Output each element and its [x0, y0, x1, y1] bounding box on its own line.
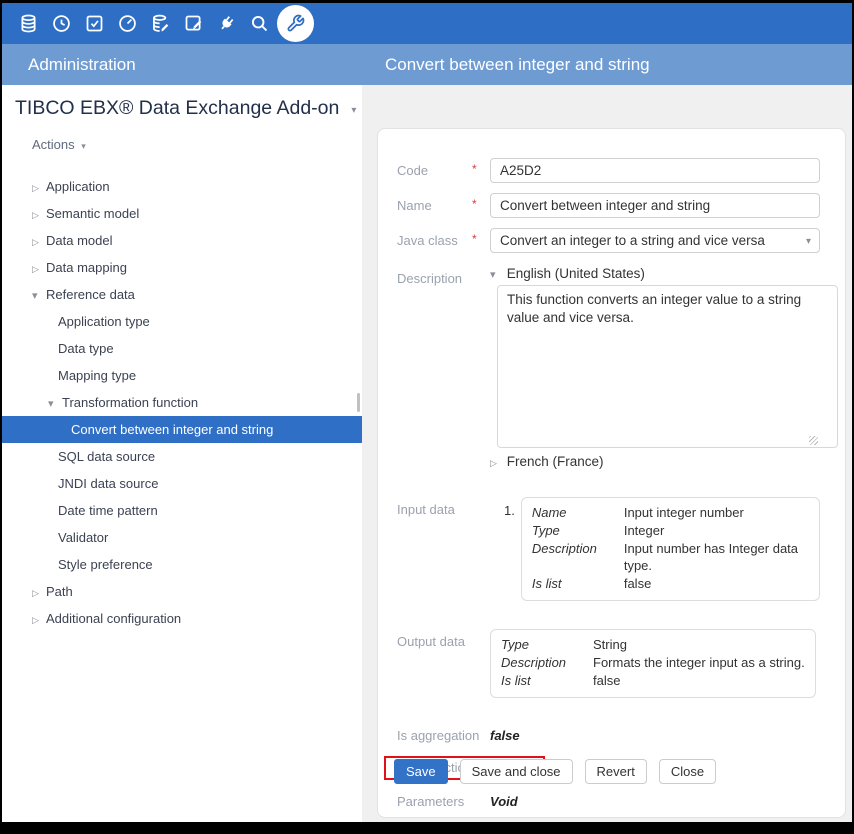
input-data-label: Input data — [397, 497, 472, 517]
field-row-is-aggregation: Is aggregation false — [378, 724, 845, 746]
output-data-label: Output data — [397, 629, 472, 649]
tree-item-jndi-data-source[interactable]: JNDI data source — [2, 470, 362, 497]
page-header: Administration Convert between integer a… — [2, 44, 852, 85]
required-marker: * — [472, 228, 490, 246]
search-icon[interactable] — [243, 3, 276, 44]
field-row-name: Name * — [378, 193, 845, 218]
tree-item-mapping-type[interactable]: Mapping type — [2, 362, 362, 389]
tree-item-date-time-pattern[interactable]: Date time pattern — [2, 497, 362, 524]
description-label: Description — [397, 266, 472, 286]
expander-icon[interactable] — [32, 580, 46, 607]
is-aggregation-value: false — [490, 728, 520, 743]
database-edit-icon[interactable] — [144, 3, 177, 44]
locale-english-toggle[interactable]: English (United States) — [490, 266, 820, 281]
java-class-label: Java class — [397, 228, 472, 248]
expander-icon — [490, 458, 503, 469]
java-class-select[interactable]: ▾ — [490, 228, 820, 253]
sidebar-scrollbar-thumb[interactable] — [357, 393, 360, 412]
tree-item-semantic-model[interactable]: Semantic model — [2, 200, 362, 227]
expander-icon[interactable] — [32, 202, 46, 229]
form-edit-icon[interactable] — [177, 3, 210, 44]
chevron-down-icon[interactable]: ▾ — [351, 102, 356, 116]
tree-item-additional-configuration[interactable]: Additional configuration — [2, 605, 362, 632]
required-marker: * — [472, 193, 490, 211]
input-data-box: NameInput integer number TypeInteger Des… — [521, 497, 820, 601]
tree-item-data-model[interactable]: Data model — [2, 227, 362, 254]
java-class-select-value[interactable] — [490, 228, 820, 253]
save-and-close-button[interactable]: Save and close — [460, 759, 573, 784]
description-english-textarea[interactable]: This function converts an integer value … — [497, 285, 838, 448]
parameters-value: Void — [490, 794, 518, 809]
expander-icon[interactable] — [32, 175, 46, 202]
tree-item-path[interactable]: Path — [2, 578, 362, 605]
clock-icon[interactable] — [45, 3, 78, 44]
input-data-index: 1. — [490, 497, 521, 518]
actions-menu[interactable]: Actions ▾ — [32, 137, 362, 152]
tree-item-sql-data-source[interactable]: SQL data source — [2, 443, 362, 470]
record-title: Convert between integer and string — [385, 55, 650, 75]
field-row-code: Code * — [378, 158, 845, 183]
expander-icon[interactable] — [32, 283, 46, 310]
close-button[interactable]: Close — [659, 759, 716, 784]
expander-icon[interactable] — [32, 229, 46, 256]
form-button-bar: Save Save and close Revert Close — [394, 759, 716, 784]
code-input[interactable] — [490, 158, 820, 183]
tree-item-data-type[interactable]: Data type — [2, 335, 362, 362]
field-row-java-class: Java class * ▾ — [378, 228, 845, 253]
locale-french-toggle[interactable]: French (France) — [490, 454, 820, 469]
textarea-resize-handle[interactable] — [809, 436, 818, 445]
section-title: Administration — [28, 55, 136, 75]
tree-item-data-mapping[interactable]: Data mapping — [2, 254, 362, 281]
tree-item-validator[interactable]: Validator — [2, 524, 362, 551]
tree-item-transformation-function[interactable]: Transformation function — [2, 389, 362, 416]
plug-icon[interactable] — [210, 3, 243, 44]
required-marker: * — [472, 158, 490, 176]
name-label: Name — [397, 193, 472, 213]
tree-item-application-type[interactable]: Application type — [2, 308, 362, 335]
expander-icon[interactable] — [48, 391, 62, 418]
top-toolbar — [2, 3, 852, 44]
parameters-label: Parameters — [397, 794, 490, 809]
tree-item-reference-data[interactable]: Reference data — [2, 281, 362, 308]
field-row-input-data: Input data 1. NameInput integer number T… — [378, 497, 845, 601]
output-data-box: TypeString DescriptionFormats the intege… — [490, 629, 816, 698]
database-icon[interactable] — [12, 3, 45, 44]
expander-icon — [490, 268, 503, 281]
field-row-description: Description English (United States) This… — [378, 266, 845, 473]
code-label: Code — [397, 158, 472, 178]
tree-item-style-preference[interactable]: Style preference — [2, 551, 362, 578]
tree-item-convert-between-integer-and-string[interactable]: Convert between integer and string — [2, 416, 362, 443]
save-button[interactable]: Save — [394, 759, 448, 784]
chevron-down-icon: ▾ — [81, 141, 86, 151]
field-row-output-data: Output data TypeString DescriptionFormat… — [378, 629, 845, 703]
navigation-tree: Application Semantic model Data model Da… — [2, 173, 362, 632]
wrench-icon[interactable] — [277, 5, 314, 42]
sidebar: TIBCO EBX® Data Exchange Add-on ▾ Action… — [2, 85, 362, 822]
sidebar-title: TIBCO EBX® Data Exchange Add-on ▾ — [15, 97, 362, 120]
record-form-card: Code * Name * Java class * — [377, 128, 846, 818]
checklist-icon[interactable] — [78, 3, 111, 44]
name-input[interactable] — [490, 193, 820, 218]
expander-icon[interactable] — [32, 607, 46, 634]
gauge-icon[interactable] — [111, 3, 144, 44]
revert-button[interactable]: Revert — [585, 759, 647, 784]
expander-icon[interactable] — [32, 256, 46, 283]
app-window: Administration Convert between integer a… — [0, 0, 854, 834]
main-area: Code * Name * Java class * — [362, 85, 852, 822]
is-aggregation-label: Is aggregation — [397, 728, 490, 743]
tree-item-application[interactable]: Application — [2, 173, 362, 200]
field-row-parameters: Parameters Void — [378, 790, 845, 812]
